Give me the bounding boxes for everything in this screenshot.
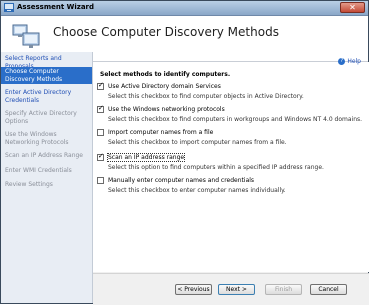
- wizard-window: Assessment Wizard ✕ Choose Computer Disc…: [0, 0, 369, 305]
- checkbox-active-directory[interactable]: ✓: [97, 81, 104, 90]
- option-description: Select this option to find computers wit…: [108, 164, 324, 171]
- next-button[interactable]: Next >: [218, 284, 255, 295]
- nav-item-review-settings: Review Settings: [5, 181, 53, 188]
- content-panel: ? Help Select methods to identify comput…: [93, 58, 369, 272]
- nav-item-computer-discovery[interactable]: Choose Computer Discovery Methods: [1, 67, 92, 84]
- nav-item-ip-range: Scan an IP Address Range: [5, 152, 83, 159]
- check-mark-icon: ✓: [98, 152, 104, 160]
- option-description: Select this checkbox to find computer ob…: [108, 93, 304, 100]
- option-description: Select this checkbox to enter computer n…: [108, 187, 286, 194]
- wizard-footer: < Previous Next > Finish Cancel: [93, 273, 369, 305]
- previous-button[interactable]: < Previous: [175, 284, 212, 295]
- page-title: Choose Computer Discovery Methods: [53, 25, 279, 39]
- check-mark-icon: ✓: [98, 104, 104, 112]
- checkbox-ip-range[interactable]: ✓: [97, 152, 104, 161]
- help-label: Help: [347, 58, 361, 65]
- nav-item-ad-credentials[interactable]: Enter Active Directory Credentials: [1, 89, 92, 105]
- option-label[interactable]: Scan an IP address range: [106, 153, 186, 162]
- option-label[interactable]: Manually enter computer names and creden…: [108, 177, 254, 184]
- help-link[interactable]: ? Help: [338, 58, 361, 65]
- option-label[interactable]: Use the Windows networking protocols: [108, 106, 225, 113]
- cancel-button[interactable]: Cancel: [310, 284, 347, 295]
- computers-icon: [12, 24, 40, 48]
- checkbox-import-file[interactable]: [97, 129, 104, 136]
- wizard-app-icon: [4, 3, 14, 12]
- nav-item-wmi-credentials: Enter WMI Credentials: [5, 167, 72, 174]
- option-label[interactable]: Use Active Directory domain Services: [108, 83, 221, 90]
- nav-item-ad-options: Specify Active Directory Options: [5, 110, 77, 125]
- wizard-nav: Select Reports and Proposals Choose Comp…: [1, 52, 93, 303]
- checkbox-windows-networking[interactable]: ✓: [97, 104, 104, 113]
- section-title: Select methods to identify computers.: [100, 71, 231, 78]
- help-icon: ?: [338, 58, 346, 65]
- option-label[interactable]: Import computer names from a file: [108, 129, 213, 136]
- nav-item-windows-networking: Use the Windows Networking Protocols: [5, 131, 69, 146]
- check-mark-icon: ✓: [98, 81, 104, 89]
- option-description: Select this checkbox to find computers i…: [108, 116, 363, 123]
- option-description: Select this checkbox to import computer …: [108, 139, 287, 146]
- finish-button: Finish: [265, 284, 302, 295]
- window-title: Assessment Wizard: [17, 3, 95, 11]
- close-button[interactable]: ✕: [340, 2, 365, 13]
- title-bar: Assessment Wizard ✕: [1, 1, 368, 16]
- checkbox-manual-entry[interactable]: [97, 177, 104, 184]
